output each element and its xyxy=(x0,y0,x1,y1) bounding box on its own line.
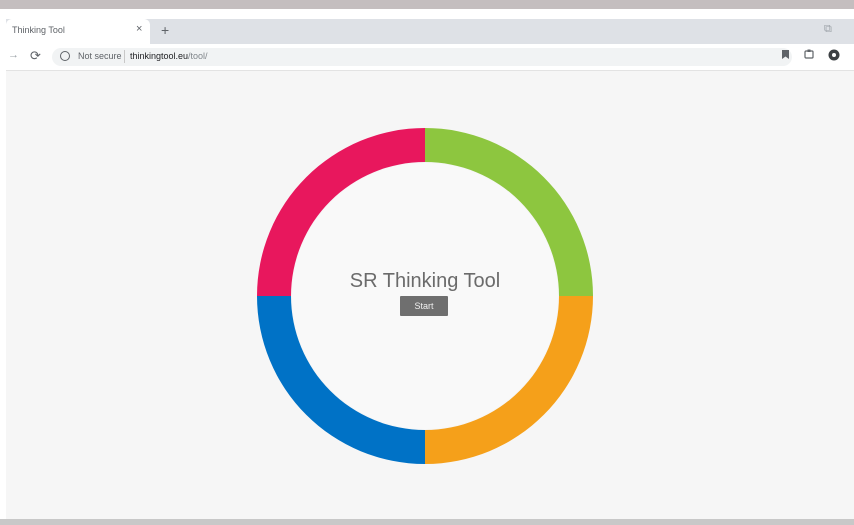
tab-title: Thinking Tool xyxy=(12,25,65,35)
window-bottom-border xyxy=(0,519,854,525)
url-path: /tool/ xyxy=(188,51,208,61)
reload-icon[interactable]: ⟳ xyxy=(30,48,41,64)
address-bar[interactable]: Not secure thinkingtool.eu/tool/ xyxy=(52,48,792,66)
app-title: SR Thinking Tool xyxy=(349,270,501,292)
forward-icon[interactable]: → xyxy=(8,49,19,61)
tab-strip: Thinking Tool × + ⧉ xyxy=(6,19,854,44)
profile-icon[interactable] xyxy=(828,49,840,64)
info-icon[interactable] xyxy=(60,51,70,61)
close-icon[interactable]: × xyxy=(136,23,142,35)
restore-window-icon[interactable]: ⧉ xyxy=(824,23,832,36)
url-text[interactable]: thinkingtool.eu/tool/ xyxy=(130,51,208,61)
bookmark-icon[interactable] xyxy=(781,49,790,63)
start-button[interactable]: Start xyxy=(400,296,448,316)
url-host: thinkingtool.eu xyxy=(130,51,189,61)
window-top-border xyxy=(0,0,854,9)
url-divider xyxy=(124,50,125,63)
tab-thinking-tool[interactable]: Thinking Tool × xyxy=(6,19,150,44)
new-tab-icon[interactable]: + xyxy=(161,22,169,38)
extension-icon[interactable] xyxy=(804,49,814,62)
security-label: Not secure xyxy=(78,51,122,61)
browser-toolbar: → ⟳ Not secure thinkingtool.eu/tool/ xyxy=(6,44,854,71)
browser-window: Thinking Tool × + ⧉ → ⟳ Not secure think… xyxy=(0,0,854,525)
